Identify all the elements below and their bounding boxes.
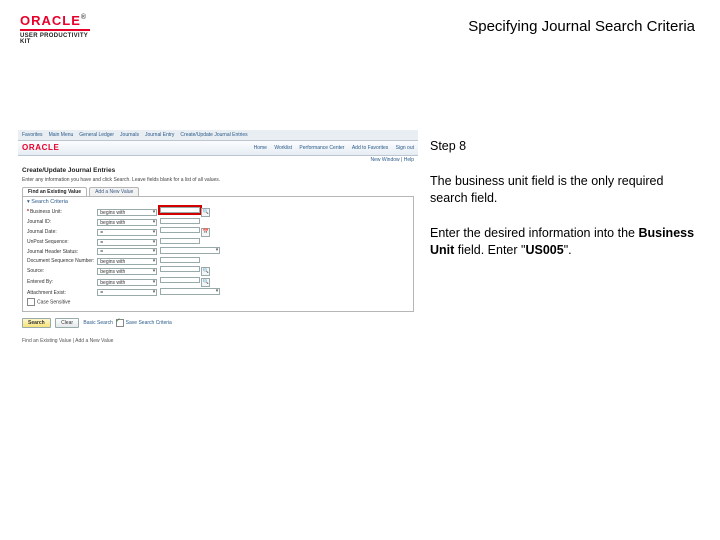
row-source: Source: begins with 🔍 <box>27 266 223 277</box>
app-screenshot: Favorites Main Menu General Ledger Journ… <box>18 130 418 350</box>
component-subtext: Enter any information you have and click… <box>22 177 414 183</box>
row-header-status: Journal Header Status: = <box>27 247 223 257</box>
op-header-status[interactable]: = <box>97 248 157 255</box>
label-case-sensitive: Case Sensitive <box>37 300 70 306</box>
op-journal-id[interactable]: begins with <box>97 219 157 226</box>
business-unit-input[interactable] <box>160 207 200 213</box>
step-label: Step 8 <box>430 138 700 155</box>
lookup-icon[interactable]: 🔍 <box>201 278 210 287</box>
op-business-unit[interactable]: begins with <box>97 209 157 216</box>
instruction-intro: The business unit field is the only requ… <box>430 173 700 207</box>
row-case-sensitive: Case Sensitive <box>27 298 223 307</box>
tab-footer-links[interactable]: Find an Existing Value | Add a New Value <box>22 338 414 344</box>
label-header-status: Journal Header Status: <box>27 247 97 257</box>
search-tabs: Find an Existing Value Add a New Value <box>22 187 418 196</box>
row-journal-date: Journal Date: = 📅 <box>27 227 223 238</box>
crumb[interactable]: Main Menu <box>49 132 74 138</box>
label-journal-date: Journal Date: <box>27 227 97 238</box>
nav-worklist[interactable]: Worklist <box>274 145 292 151</box>
row-journal-id: Journal ID: begins with <box>27 218 223 227</box>
row-attachment: Attachment Exist: = <box>27 288 223 298</box>
op-entered-by[interactable]: begins with <box>97 279 157 286</box>
search-criteria-header[interactable]: Search Criteria <box>27 199 409 206</box>
row-entered-by: Entered By: begins with 🔍 <box>27 277 223 288</box>
basic-search-link[interactable]: Basic Search <box>83 320 112 326</box>
label-business-unit: Business Unit: <box>30 209 62 215</box>
calendar-icon[interactable]: 📅 <box>201 228 210 237</box>
save-search-criteria-link[interactable]: Save Search Criteria <box>126 320 172 326</box>
label-unpost-seq: UnPost Sequence: <box>27 238 97 247</box>
op-unpost-seq[interactable]: = <box>97 239 157 246</box>
row-business-unit: *Business Unit: begins with 🔍 <box>27 207 223 218</box>
component-title: Create/Update Journal Entries <box>22 167 414 175</box>
nav-add-fav[interactable]: Add to Favorites <box>352 145 388 151</box>
oracle-upk-logo: ORACLE® USER PRODUCTIVITY KIT <box>20 14 90 45</box>
crumb[interactable]: Journal Entry <box>145 132 174 138</box>
lookup-icon[interactable]: 🔍 <box>201 208 210 217</box>
row-doc-seq: Document Sequence Number: begins with <box>27 257 223 266</box>
crumb[interactable]: Favorites <box>22 132 43 138</box>
tab-find-existing[interactable]: Find an Existing Value <box>22 187 87 196</box>
save-criteria-icon <box>116 319 124 327</box>
lookup-icon[interactable]: 🔍 <box>201 267 210 276</box>
op-doc-seq[interactable]: begins with <box>97 258 157 265</box>
label-doc-seq: Document Sequence Number: <box>27 257 97 266</box>
oracle-wordmark: ORACLE® <box>20 14 90 27</box>
label-source: Source: <box>27 266 97 277</box>
op-source[interactable]: begins with <box>97 268 157 275</box>
journal-id-input[interactable] <box>160 218 200 224</box>
nav-perf-center[interactable]: Performance Center <box>299 145 344 151</box>
tab-add-new[interactable]: Add a New Value <box>89 187 139 196</box>
breadcrumb: Favorites Main Menu General Ledger Journ… <box>18 130 418 141</box>
crumb[interactable]: Create/Update Journal Entries <box>180 132 247 138</box>
unpost-seq-input[interactable] <box>160 238 200 244</box>
attachment-select[interactable] <box>160 288 220 295</box>
clear-button[interactable]: Clear <box>55 318 79 328</box>
label-entered-by: Entered By: <box>27 277 97 288</box>
logo-rule <box>20 29 90 31</box>
entered-by-input[interactable] <box>160 277 200 283</box>
crumb[interactable]: Journals <box>120 132 139 138</box>
op-attachment[interactable]: = <box>97 289 157 296</box>
search-criteria-panel: Search Criteria *Business Unit: begins w… <box>22 196 414 313</box>
search-fields: *Business Unit: begins with 🔍 Journal ID… <box>27 207 223 307</box>
new-window-help[interactable]: New Window | Help <box>18 156 418 163</box>
op-journal-date[interactable]: = <box>97 229 157 236</box>
app-oracle-wordmark: ORACLE <box>22 143 59 153</box>
instruction-action: Enter the desired information into the B… <box>430 225 700 259</box>
case-sensitive-checkbox[interactable] <box>27 298 35 306</box>
search-buttons: Search Clear Basic Search Save Search Cr… <box>22 318 414 328</box>
page-title: Specifying Journal Search Criteria <box>468 18 695 35</box>
label-attachment: Attachment Exist: <box>27 288 97 298</box>
source-input[interactable] <box>160 266 200 272</box>
crumb[interactable]: General Ledger <box>79 132 114 138</box>
nav-signout[interactable]: Sign out <box>396 145 414 151</box>
header-status-select[interactable] <box>160 247 220 254</box>
upk-label: USER PRODUCTIVITY KIT <box>20 33 90 45</box>
row-unpost-seq: UnPost Sequence: = <box>27 238 223 247</box>
app-top-nav: Home Worklist Performance Center Add to … <box>248 145 414 151</box>
journal-date-input[interactable] <box>160 227 200 233</box>
instruction-pane: Step 8 The business unit field is the on… <box>430 138 700 276</box>
app-header: ORACLE Home Worklist Performance Center … <box>18 141 418 156</box>
doc-seq-input[interactable] <box>160 257 200 263</box>
label-journal-id: Journal ID: <box>27 218 97 227</box>
search-button[interactable]: Search <box>22 318 51 328</box>
nav-home[interactable]: Home <box>254 145 267 151</box>
